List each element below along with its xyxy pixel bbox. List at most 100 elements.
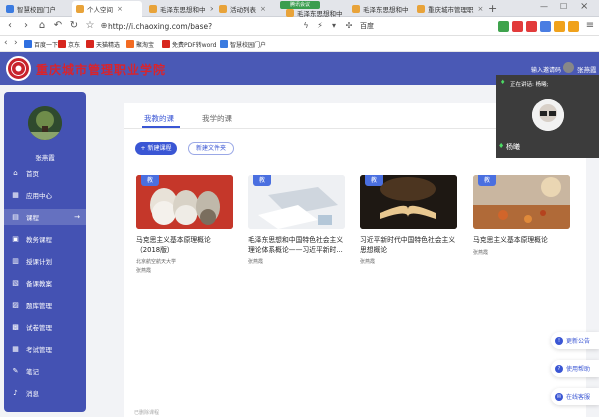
course-thumbnail[interactable]: 教 <box>473 175 570 229</box>
sidebar-item-label: 消息 <box>26 390 39 398</box>
back-icon[interactable]: ‹ <box>4 20 16 32</box>
menu-icon[interactable]: ≡ <box>584 20 596 32</box>
header-user-name[interactable]: 张燕霞 <box>577 64 597 74</box>
tab-favicon-icon <box>286 8 294 17</box>
sidebar-item[interactable]: ▧ 备课教案 <box>4 275 86 291</box>
course-card[interactable]: 教 习近平新时代中国特色社会主义思想概论 张燕霞 <box>360 175 457 266</box>
new-folder-button[interactable]: 新建文件夹 <box>188 142 234 155</box>
tab-my-learning[interactable]: 我学的课 <box>202 113 232 124</box>
bookmarks-right-icon[interactable]: › <box>14 38 18 48</box>
sidebar-item[interactable]: ⌂ 首页 <box>4 165 86 181</box>
browser-tab[interactable]: 活动列表 × <box>215 1 277 17</box>
close-tab-icon[interactable]: × <box>210 5 214 13</box>
close-window-icon[interactable]: × <box>580 1 588 12</box>
sidebar-item[interactable]: ▦ 应用中心 <box>4 187 86 203</box>
close-tab-icon[interactable]: × <box>260 5 266 13</box>
search-input[interactable]: 百度 <box>360 20 460 33</box>
course-title[interactable]: 毛泽东思想和中国特色社会主义理论体系概论——习近平新时... <box>248 236 345 255</box>
update-notice-button[interactable]: ! 更新公告 <box>551 332 599 349</box>
online-service-button[interactable]: ✉ 在线客服 <box>551 388 599 405</box>
tab-favicon-icon <box>219 5 227 13</box>
bookmark-item[interactable]: 京东 <box>58 39 80 49</box>
address-bar: ‹ › ⌂ ↶ ↻ ☆ ⊕ http://i.chaoxing.com/base… <box>0 17 599 46</box>
sidebar-item[interactable]: ▨ 题库管理 <box>4 297 86 313</box>
bookmark-item[interactable]: 智慧校园门户 <box>220 39 266 49</box>
bookmark-item[interactable]: 百度一下 <box>24 39 58 49</box>
bookmark-item[interactable]: 免费PDF转word <box>162 39 216 49</box>
extension-icon[interactable] <box>526 21 537 32</box>
course-school: 北京航空航天大学 <box>136 259 177 265</box>
participant-avatar <box>532 99 564 131</box>
invite-code-link[interactable]: 输入邀请码 <box>531 65 561 74</box>
browser-tab[interactable]: 重庆城市管理职 × <box>413 1 485 17</box>
course-title[interactable]: 马克思主义基本原理概论 <box>473 236 570 246</box>
forward-icon[interactable]: › <box>20 20 32 32</box>
sidebar-item[interactable]: ▩ 试卷管理 <box>4 319 86 335</box>
help-button[interactable]: ? 使用帮助 <box>551 360 599 377</box>
reload-icon[interactable]: ↻ <box>68 20 80 32</box>
course-thumbnail[interactable]: 教 <box>360 175 457 229</box>
video-call-window[interactable]: ♦ 正在讲话: 杨曦; ♦ 杨曦 <box>496 75 599 158</box>
new-course-button[interactable]: + 新建课程 <box>135 142 177 155</box>
sidebar-item[interactable]: ▤ 课程 → <box>4 209 86 225</box>
sidebar-item[interactable]: ▣ 教务课程 <box>4 231 86 247</box>
sidebar-avatar[interactable] <box>28 106 62 140</box>
close-tab-icon[interactable]: × <box>478 5 484 13</box>
undo-icon[interactable]: ↶ <box>52 20 64 32</box>
maximize-icon[interactable]: ☐ <box>560 2 567 11</box>
extension-icon[interactable] <box>512 21 523 32</box>
star-icon[interactable]: ☆ <box>84 20 96 32</box>
sidebar-item[interactable]: ♪ 消息 <box>4 385 86 401</box>
course-thumbnail[interactable]: 教 <box>248 175 345 229</box>
course-title[interactable]: 习近平新时代中国特色社会主义思想概论 <box>360 236 457 255</box>
tab-label: 活动列表 <box>230 6 256 14</box>
tmall-icon <box>86 40 94 48</box>
fab-label: 使用帮助 <box>566 366 591 373</box>
course-thumbnail[interactable]: 教 <box>136 175 233 229</box>
browser-tab[interactable]: 毛泽东思想和中 × <box>145 1 213 17</box>
extension-icon[interactable] <box>540 21 551 32</box>
new-tab-icon[interactable]: + <box>488 2 497 15</box>
extension-icon[interactable] <box>498 21 509 32</box>
browser-tab-active[interactable]: 个人空间 × <box>72 1 142 17</box>
sidebar-item[interactable]: ▦ 考试管理 <box>4 341 86 357</box>
book-icon: ▤ <box>12 212 19 221</box>
course-teacher: 张燕霞 <box>248 259 264 265</box>
tab-label: 毛泽东思想和中 <box>363 6 409 14</box>
course-card[interactable]: 教 毛泽东思想和中国特色社会主义理论体系概论——习近平新时... 张燕霞 <box>248 175 345 266</box>
notice-icon: ! <box>555 336 563 345</box>
close-tab-icon[interactable]: × <box>117 5 123 13</box>
bookmark-label: 智慧校园门户 <box>230 41 267 49</box>
browser-tab[interactable]: 毛泽东思想和中 × <box>348 1 410 17</box>
home-icon[interactable]: ⌂ <box>36 20 48 32</box>
extension-icon[interactable] <box>554 21 565 32</box>
minimize-icon[interactable]: — <box>540 2 548 11</box>
sidebar-item-label: 题库管理 <box>26 302 52 310</box>
course-title[interactable]: 马克思主义基本原理概论（2018版） <box>136 236 233 255</box>
browser-tab[interactable]: 毛泽东思想和中 <box>282 8 344 17</box>
sidebar-item-label: 试卷管理 <box>26 324 52 332</box>
browser-tab[interactable]: 智慧校园门户 × <box>2 1 60 17</box>
dropdown-icon[interactable]: ▾ <box>328 20 340 32</box>
home-icon: ⌂ <box>13 168 18 177</box>
school-logo-icon[interactable] <box>6 56 31 81</box>
mic-icon: ♦ <box>498 142 505 150</box>
bookmark-item[interactable]: 天猫精选 <box>86 39 120 49</box>
deleted-courses-link[interactable]: 已删除课程 <box>134 409 159 416</box>
tab-favicon-icon <box>352 5 360 13</box>
search-engine-icon[interactable]: ✣ <box>343 20 355 32</box>
lightning-icon[interactable]: ϟ <box>300 20 312 32</box>
course-card[interactable]: 教 马克思主义基本原理概论（2018版） 北京航空航天大学 张燕霞 <box>136 175 233 275</box>
avatar[interactable] <box>563 62 574 73</box>
course-card[interactable]: 教 马克思主义基本原理概论 张燕霞 <box>473 175 570 257</box>
sidebar-item[interactable]: ✎ 笔记 <box>4 363 86 379</box>
bookmarks-left-icon[interactable]: ‹ <box>4 38 8 48</box>
teach-badge: 教 <box>478 175 496 186</box>
sidebar-item[interactable]: ▥ 授课计划 <box>4 253 86 269</box>
tab-my-courses[interactable]: 我教的课 <box>144 113 174 124</box>
extension-icon[interactable] <box>568 21 579 32</box>
thunder-icon[interactable]: ⚡ <box>314 20 326 32</box>
question-bank-icon: ▨ <box>12 300 19 309</box>
bookmark-item[interactable]: 聚淘宝 <box>126 39 154 49</box>
url-field[interactable]: http://i.chaoxing.com/base?t=16460593808… <box>108 19 298 46</box>
